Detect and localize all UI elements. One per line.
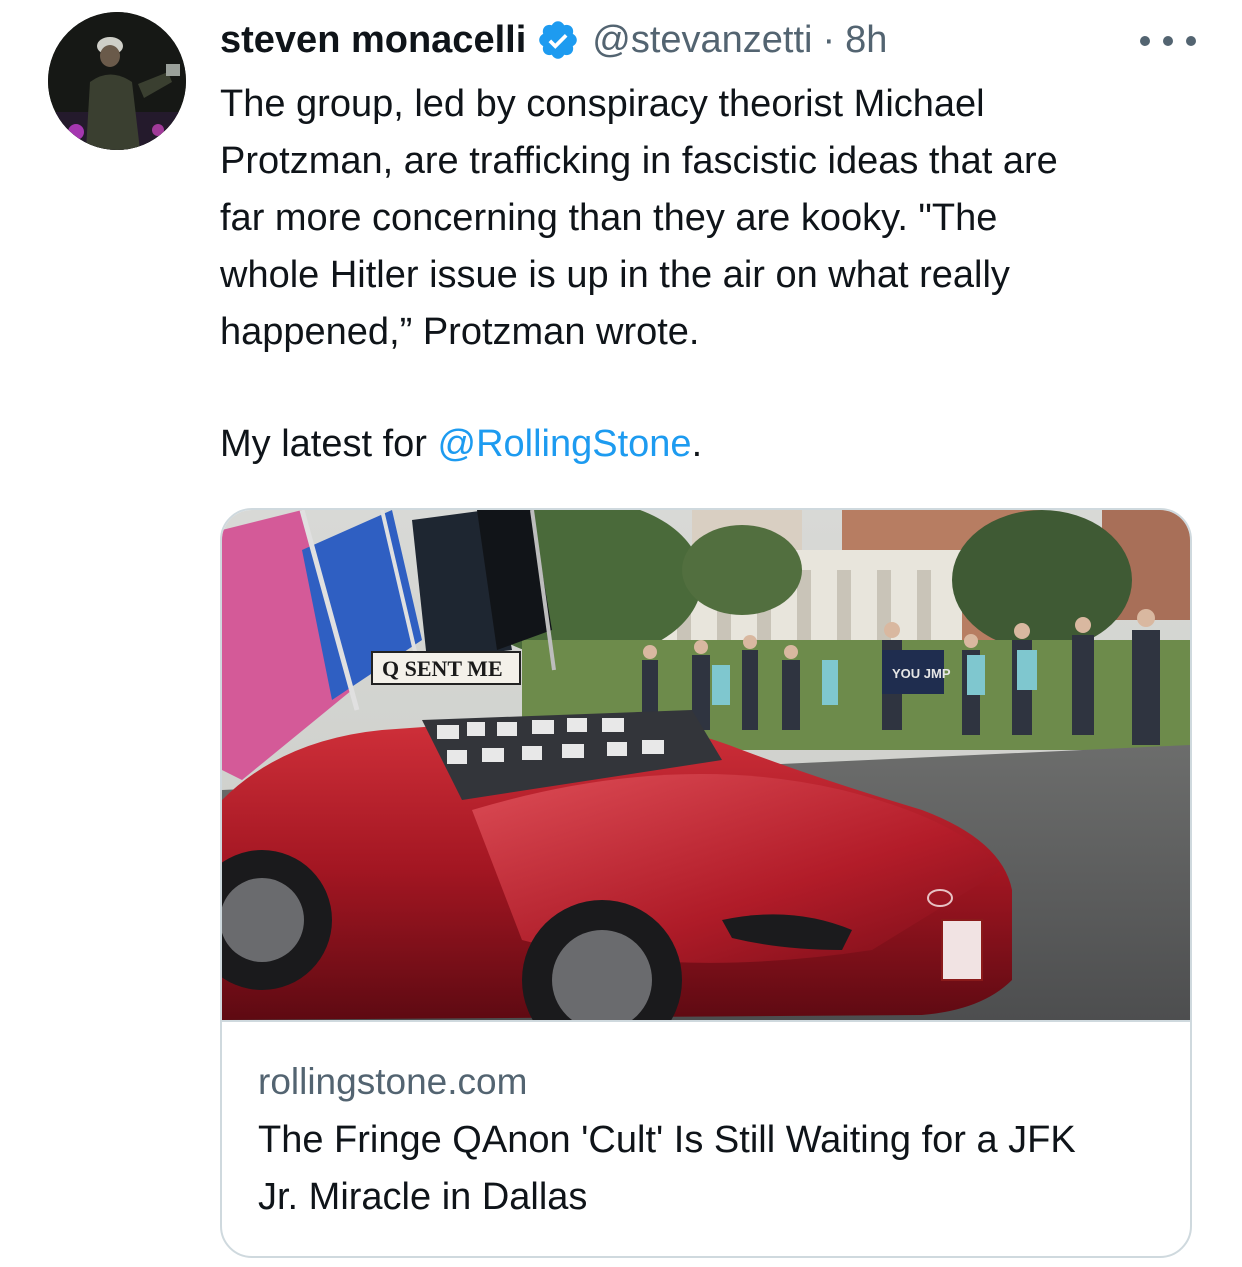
latest-suffix: . xyxy=(691,423,703,465)
avatar[interactable] xyxy=(48,12,186,150)
card-title[interactable]: The Fringe QAnon 'Cult' Is Still Waiting… xyxy=(258,1112,1168,1226)
verified-badge-icon xyxy=(536,18,580,62)
tweet-text-line: The group, led by conspiracy theorist Mi… xyxy=(220,83,985,125)
avatar-image xyxy=(48,12,186,150)
tweet: steven monacelli @stevanzetti · 8h The g… xyxy=(0,0,1242,1267)
more-options-icon[interactable] xyxy=(1140,26,1196,56)
author-handle[interactable]: @stevanzetti xyxy=(592,19,812,62)
timestamp[interactable]: 8h xyxy=(845,19,887,62)
tweet-header: steven monacelli @stevanzetti · 8h xyxy=(220,14,887,66)
tweet-text-line: far more concerning than they are kooky.… xyxy=(220,197,998,239)
card-image[interactable]: YOU JMP Q SENT ME xyxy=(222,510,1190,1022)
image-flag-text: YOU JMP xyxy=(892,666,951,681)
card-meta: rollingstone.com The Fringe QAnon 'Cult'… xyxy=(258,1054,1168,1226)
card-title-line: The Fringe QAnon 'Cult' Is Still Waiting… xyxy=(258,1119,1076,1161)
author-name[interactable]: steven monacelli xyxy=(220,19,526,62)
card-title-line: Jr. Miracle in Dallas xyxy=(258,1176,588,1218)
link-card[interactable]: YOU JMP Q SENT ME rollingstone.com The F… xyxy=(220,508,1192,1258)
latest-prefix: My latest for xyxy=(220,423,438,465)
tweet-text: The group, led by conspiracy theorist Mi… xyxy=(220,76,1210,361)
card-domain: rollingstone.com xyxy=(258,1061,528,1102)
rollingstone-mention-link[interactable]: @RollingStone xyxy=(438,423,692,465)
tweet-text-line: whole Hitler issue is up in the air on w… xyxy=(220,254,1010,296)
tweet-text-line: happened,” Protzman wrote. xyxy=(220,311,700,353)
image-sign-text: Q SENT ME xyxy=(382,656,503,681)
tweet-text-line: Protzman, are trafficking in fascistic i… xyxy=(220,140,1058,182)
tweet-latest-line: My latest for @RollingStone. xyxy=(220,416,702,473)
separator-dot: · xyxy=(822,18,836,61)
